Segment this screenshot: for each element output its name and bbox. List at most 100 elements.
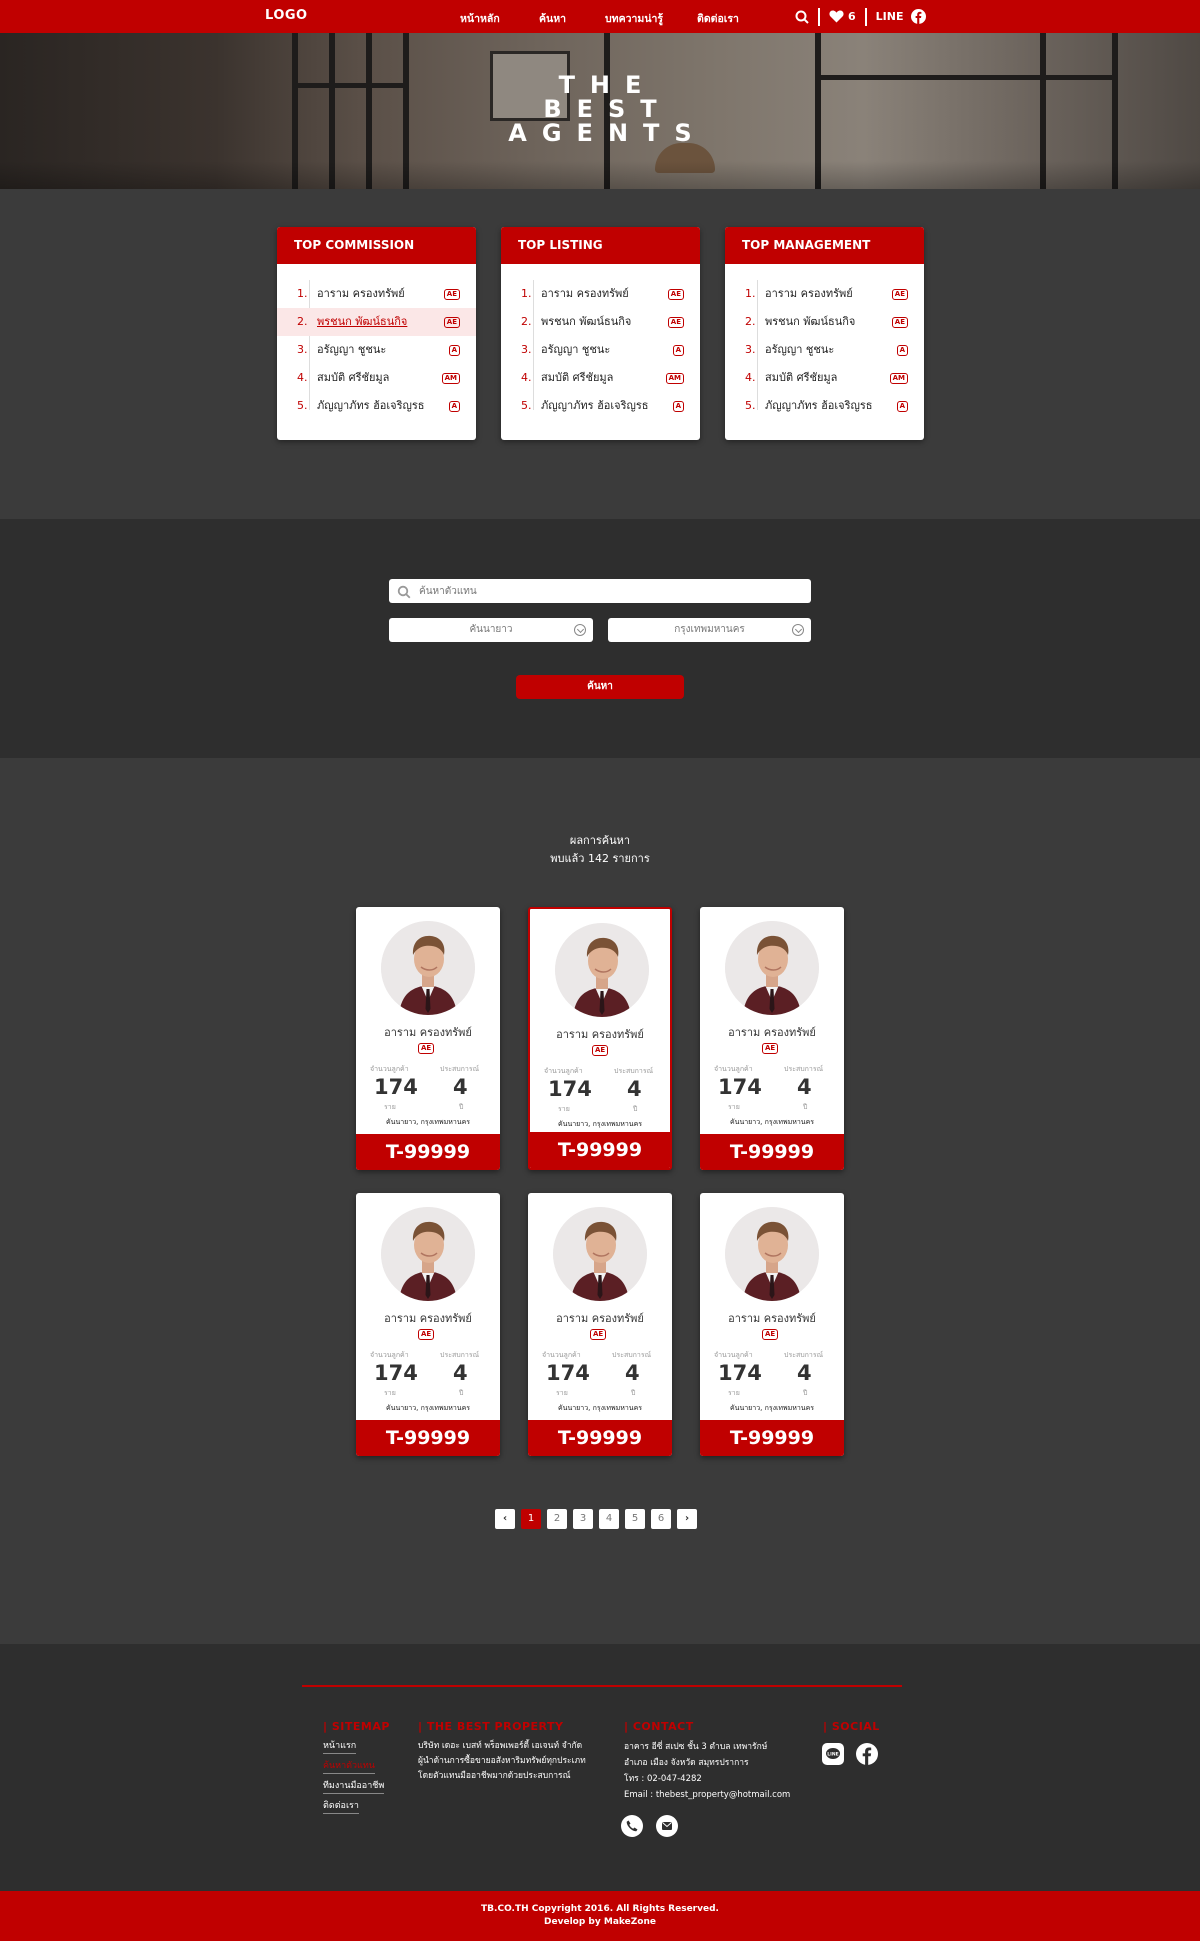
search-box[interactable] <box>389 579 811 603</box>
ranking-item[interactable]: 2. พรชนก พัฒน์ธนกิจ AE <box>277 308 476 336</box>
sitemap-list: หน้าแรก ค้นหาตัวแทน ทีมงานมืออาชีพ ติดต่… <box>323 1740 385 1820</box>
ranking-item[interactable]: 5. ภัญญาภัทร ฮ้อเจริญรธ A <box>277 392 476 420</box>
agent-code[interactable]: T-99999 <box>530 1132 670 1168</box>
agent-name[interactable]: อาราม ครองทรัพย์ <box>700 1023 844 1041</box>
agent-name[interactable]: อาราม ครองทรัพย์ <box>356 1023 500 1041</box>
results-count: พบแล้ว 142 รายการ <box>550 852 650 865</box>
rank-name[interactable]: อาราม ครองทรัพย์ <box>765 280 853 308</box>
ranking-item[interactable]: 3. อรัญญา ชูชนะ A <box>501 336 700 364</box>
page-button[interactable]: 2 <box>547 1509 567 1529</box>
agent-card[interactable]: อาราม ครองทรัพย์ AE จำนวนลูกค้า ประสบการณ์ 1… <box>356 1193 500 1456</box>
sitemap-link[interactable]: ทีมงานมืออาชีพ <box>323 1780 385 1794</box>
agent-code[interactable]: T-99999 <box>356 1134 500 1170</box>
customers-unit: ราย <box>728 1389 740 1397</box>
facebook-icon[interactable] <box>911 9 927 24</box>
rank-name[interactable]: สมบัติ ศรีชัยมูล <box>541 364 613 392</box>
nav-contact[interactable]: ติดต่อเรา <box>697 10 739 27</box>
agent-badge: AE <box>418 1329 435 1340</box>
company-line: ผู้นำด้านการซื้อขายอสังหาริมทรัพย์ทุกประ… <box>418 1756 586 1766</box>
experience-unit: ปี <box>803 1389 808 1397</box>
province-select[interactable]: กรุงเทพมหานคร <box>608 618 811 642</box>
agent-card[interactable]: อาราม ครองทรัพย์ AE จำนวนลูกค้า ประสบการณ์ 1… <box>528 907 672 1170</box>
prev-page-button[interactable]: ‹ <box>495 1509 515 1529</box>
ranking-item[interactable]: 5. ภัญญาภัทร ฮ้อเจริญรธ A <box>501 392 700 420</box>
rank-name[interactable]: พรชนก พัฒน์ธนกิจ <box>317 308 407 336</box>
rank-name[interactable]: อรัญญา ชูชนะ <box>541 336 610 364</box>
sitemap-link[interactable]: ติดต่อเรา <box>323 1800 359 1814</box>
ranking-item[interactable]: 1. อาราม ครองทรัพย์ AE <box>725 280 924 308</box>
ranking-item[interactable]: 3. อรัญญา ชูชนะ A <box>725 336 924 364</box>
ranking-item[interactable]: 4. สมบัติ ศรีชัยมูล AM <box>501 364 700 392</box>
agent-code[interactable]: T-99999 <box>700 1420 844 1456</box>
customers-count: 174 <box>718 1075 762 1099</box>
sitemap-link[interactable]: ค้นหาตัวแทน <box>323 1760 375 1774</box>
page-button[interactable]: 3 <box>573 1509 593 1529</box>
page-button[interactable]: 4 <box>599 1509 619 1529</box>
ranking-item[interactable]: 3. อรัญญา ชูชนะ A <box>277 336 476 364</box>
agent-card[interactable]: อาราม ครองทรัพย์ AE จำนวนลูกค้า ประสบการณ์ 1… <box>356 907 500 1170</box>
search-section: คันนายาว กรุงเทพมหานคร ค้นหา <box>0 519 1200 758</box>
ranking-item[interactable]: 1. อาราม ครองทรัพย์ AE <box>277 280 476 308</box>
rank-badge: AE <box>667 317 684 328</box>
agent-name[interactable]: อาราม ครองทรัพย์ <box>528 1309 672 1327</box>
rank-name[interactable]: พรชนก พัฒน์ธนกิจ <box>541 308 631 336</box>
rank-badge: AM <box>665 373 684 384</box>
rank-name[interactable]: ภัญญาภัทร ฮ้อเจริญรธ <box>317 392 425 420</box>
rank-number: 4. <box>297 371 308 384</box>
search-icon[interactable] <box>795 10 809 24</box>
sitemap-link[interactable]: หน้าแรก <box>323 1740 357 1754</box>
page-button[interactable]: 6 <box>651 1509 671 1529</box>
rank-name[interactable]: อาราม ครองทรัพย์ <box>317 280 405 308</box>
agent-card[interactable]: อาราม ครองทรัพย์ AE จำนวนลูกค้า ประสบการณ์ 1… <box>700 907 844 1170</box>
heart-icon[interactable] <box>829 10 844 23</box>
rank-badge: A <box>896 345 908 356</box>
ranking-item[interactable]: 4. สมบัติ ศรีชัยมูล AM <box>725 364 924 392</box>
agent-code[interactable]: T-99999 <box>700 1134 844 1170</box>
page-button[interactable]: 1 <box>521 1509 541 1529</box>
hero-floor <box>0 161 1200 189</box>
district-select[interactable]: คันนายาว <box>389 618 593 642</box>
agent-code[interactable]: T-99999 <box>528 1420 672 1456</box>
phone-icon[interactable] <box>621 1815 643 1837</box>
agent-card[interactable]: อาราม ครองทรัพย์ AE จำนวนลูกค้า ประสบการณ์ 1… <box>700 1193 844 1456</box>
rank-name[interactable]: อาราม ครองทรัพย์ <box>541 280 629 308</box>
ranking-item[interactable]: 2. พรชนก พัฒน์ธนกิจ AE <box>725 308 924 336</box>
mail-icon[interactable] <box>656 1815 678 1837</box>
search-input[interactable] <box>419 579 799 603</box>
rank-name[interactable]: พรชนก พัฒน์ธนกิจ <box>765 308 855 336</box>
agent-area: คันนายาว, กรุงเทพมหานคร <box>557 1120 643 1128</box>
ranking-item[interactable]: 4. สมบัติ ศรีชัยมูล AM <box>277 364 476 392</box>
sitemap-title: | SITEMAP <box>323 1720 390 1733</box>
nav-home[interactable]: หน้าหลัก <box>460 10 500 27</box>
experience-years: 4 <box>627 1077 642 1101</box>
search-button[interactable]: ค้นหา <box>516 675 684 699</box>
customers-count: 174 <box>374 1075 418 1099</box>
agent-code[interactable]: T-99999 <box>356 1420 500 1456</box>
contact-line: อำเภอ เมือง จังหวัด สมุทรปราการ <box>624 1758 749 1768</box>
rank-name[interactable]: ภัญญาภัทร ฮ้อเจริญรธ <box>765 392 873 420</box>
rank-name[interactable]: สมบัติ ศรีชัยมูล <box>765 364 837 392</box>
line-icon[interactable]: LINE <box>822 1743 844 1765</box>
nav-articles[interactable]: บทความน่ารู้ <box>605 10 663 27</box>
ranking-title: TOP LISTING <box>501 227 700 264</box>
ranking-item[interactable]: 2. พรชนก พัฒน์ธนกิจ AE <box>501 308 700 336</box>
agent-name[interactable]: อาราม ครองทรัพย์ <box>356 1309 500 1327</box>
rank-name[interactable]: อรัญญา ชูชนะ <box>765 336 834 364</box>
rank-badge: AE <box>443 289 460 300</box>
logo[interactable]: LOGO <box>265 8 308 23</box>
next-page-button[interactable]: › <box>677 1509 697 1529</box>
agent-card[interactable]: อาราม ครองทรัพย์ AE จำนวนลูกค้า ประสบการณ์ 1… <box>528 1193 672 1456</box>
nav-search[interactable]: ค้นหา <box>539 10 566 27</box>
agent-name[interactable]: อาราม ครองทรัพย์ <box>530 1025 670 1043</box>
rank-name[interactable]: ภัญญาภัทร ฮ้อเจริญรธ <box>541 392 649 420</box>
nav-divider <box>864 7 867 26</box>
ranking-item[interactable]: 1. อาราม ครองทรัพย์ AE <box>501 280 700 308</box>
line-link[interactable]: LINE <box>876 10 904 23</box>
rank-name[interactable]: สมบัติ ศรีชัยมูล <box>317 364 389 392</box>
rank-name[interactable]: อรัญญา ชูชนะ <box>317 336 386 364</box>
favorites-count[interactable]: 6 <box>848 10 856 23</box>
ranking-item[interactable]: 5. ภัญญาภัทร ฮ้อเจริญรธ A <box>725 392 924 420</box>
facebook-icon[interactable] <box>856 1743 878 1765</box>
page-button[interactable]: 5 <box>625 1509 645 1529</box>
agent-name[interactable]: อาราม ครองทรัพย์ <box>700 1309 844 1327</box>
